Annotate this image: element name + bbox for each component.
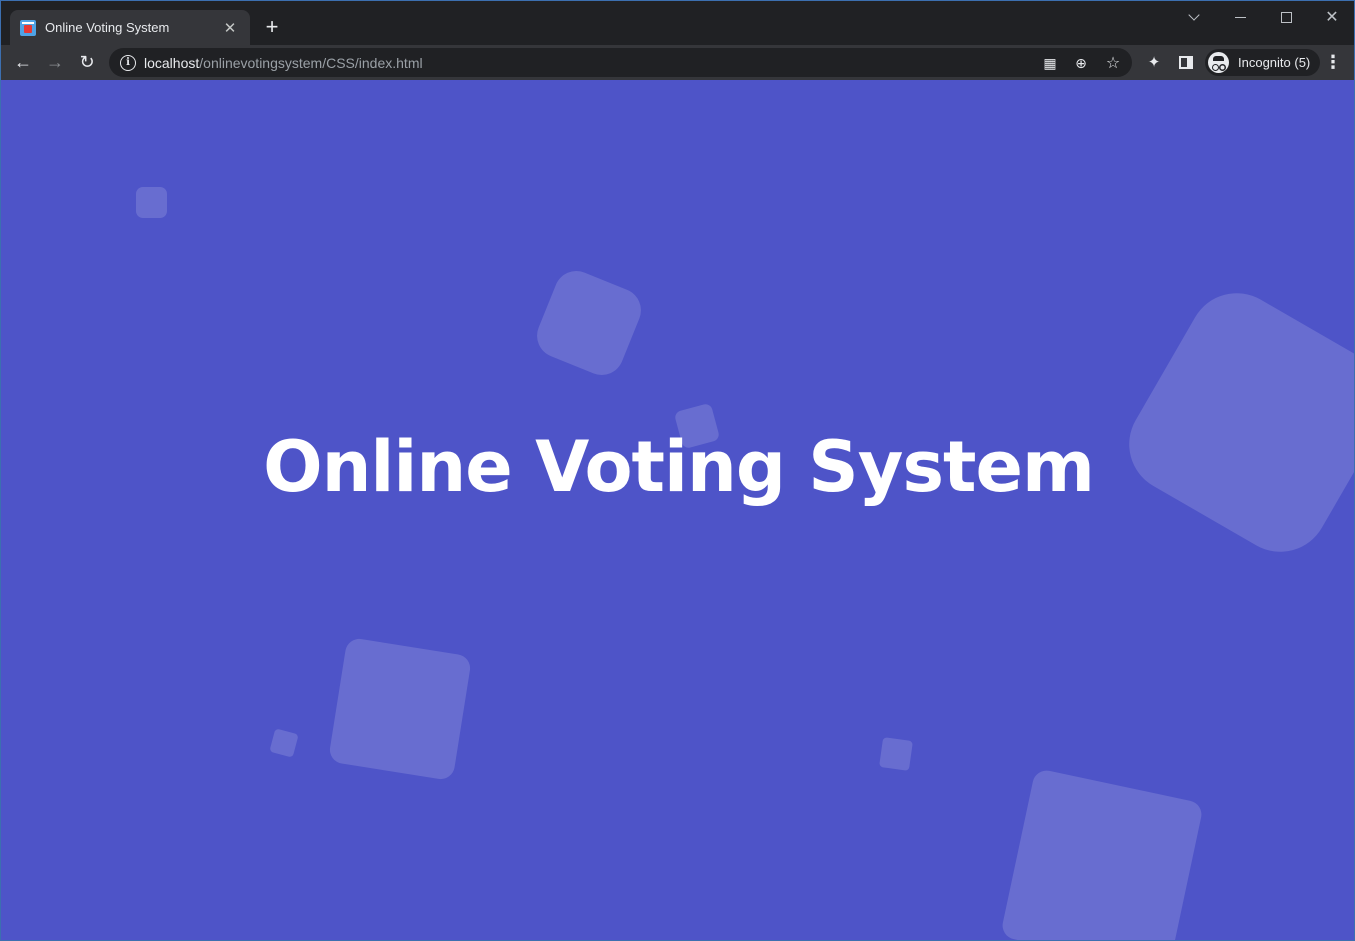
url-host: localhost xyxy=(144,54,200,71)
maximize-icon xyxy=(1280,11,1292,23)
url-path: /onlinevotingsystem/CSS/index.html xyxy=(199,54,423,71)
back-button[interactable]: ← xyxy=(9,48,37,76)
decorative-square xyxy=(999,767,1205,940)
close-window-button[interactable]: ✕ xyxy=(1309,5,1354,29)
minimize-button[interactable] xyxy=(1217,5,1263,29)
tab-title: Online Voting System xyxy=(45,20,170,35)
browser-window: Online Voting System ✕ + ✕ ← → ↻ i local… xyxy=(0,0,1355,941)
arrow-right-icon: → xyxy=(46,51,64,72)
reload-icon: ↻ xyxy=(79,51,95,72)
decorative-square xyxy=(269,728,299,758)
close-icon: ✕ xyxy=(1325,9,1339,26)
site-info-icon[interactable]: i xyxy=(120,54,136,71)
tab-strip: Online Voting System ✕ + ✕ xyxy=(1,1,1354,45)
forward-button[interactable]: → xyxy=(41,48,69,76)
decorative-square xyxy=(327,636,473,782)
incognito-profile-button[interactable]: Incognito (5) xyxy=(1205,49,1321,76)
tab-search-button[interactable] xyxy=(1171,5,1217,29)
maximize-button[interactable] xyxy=(1263,5,1309,29)
decorative-square xyxy=(530,264,648,382)
arrow-left-icon: ← xyxy=(14,51,32,72)
minimize-icon xyxy=(1234,16,1246,18)
bookmark-star-icon[interactable]: ☆ xyxy=(1104,54,1122,72)
page-viewport: Online Voting System xyxy=(1,80,1354,940)
tab-online-voting-system[interactable]: Online Voting System ✕ xyxy=(10,10,250,45)
address-bar[interactable]: i localhost/onlinevotingsystem/CSS/index… xyxy=(109,48,1132,77)
side-panel-button[interactable] xyxy=(1176,52,1196,72)
zoom-icon[interactable]: ⊕ xyxy=(1072,54,1090,72)
extensions-puzzle-icon[interactable]: ✦ xyxy=(1144,52,1164,72)
side-panel-icon xyxy=(1179,55,1193,69)
decorative-square xyxy=(879,737,913,771)
chevron-down-icon xyxy=(1188,8,1200,21)
url-text[interactable]: localhost/onlinevotingsystem/CSS/index.h… xyxy=(144,55,423,71)
reload-button[interactable]: ↻ xyxy=(73,48,101,76)
qr-code-icon[interactable]: ▦ xyxy=(1041,54,1059,72)
page-title: Online Voting System xyxy=(263,426,1095,508)
incognito-icon xyxy=(1208,52,1229,73)
decorative-square xyxy=(136,187,167,218)
new-tab-button[interactable]: + xyxy=(259,15,285,41)
decorative-square xyxy=(1111,275,1354,570)
browser-menu-icon[interactable]: ⋮ xyxy=(1323,52,1343,72)
ballot-box-icon xyxy=(20,19,36,36)
browser-toolbar: ← → ↻ i localhost/onlinevotingsystem/CSS… xyxy=(1,45,1354,80)
incognito-label: Incognito (5) xyxy=(1238,55,1311,70)
tab-close-icon[interactable]: ✕ xyxy=(220,18,240,38)
